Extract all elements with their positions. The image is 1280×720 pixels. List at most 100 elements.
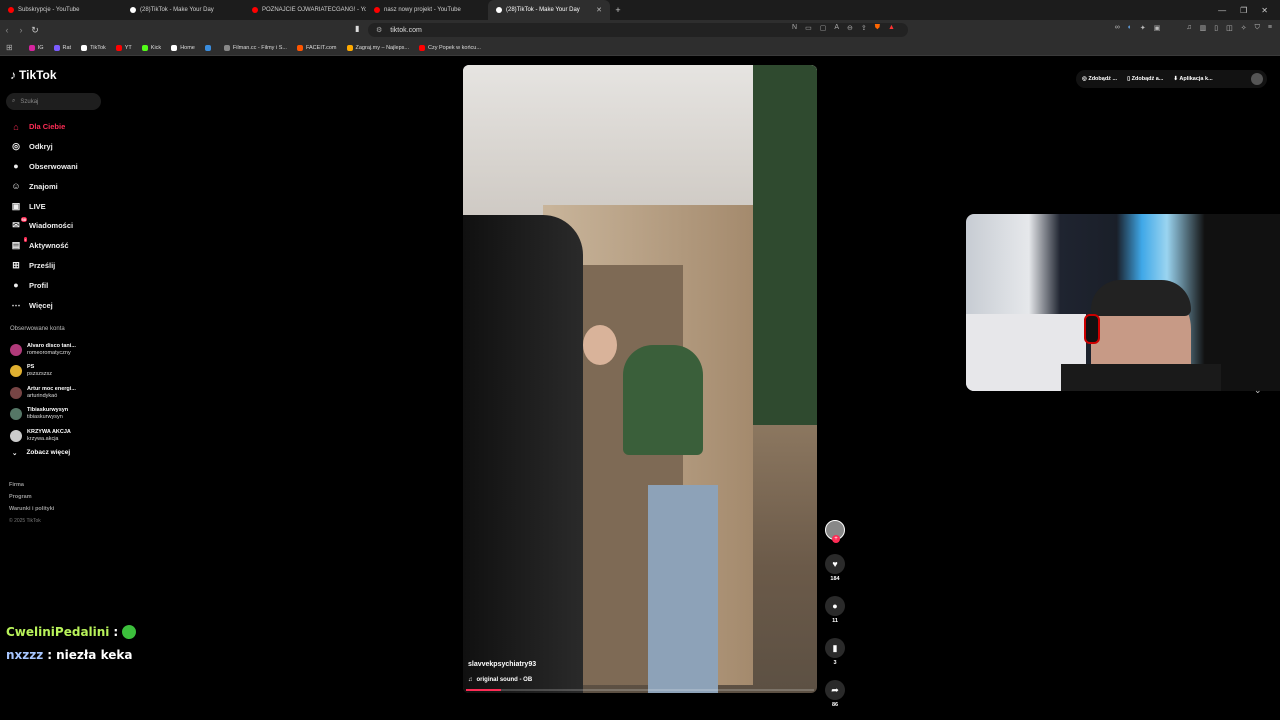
- bookmark-favicon-icon: [419, 44, 426, 51]
- bookmark-item[interactable]: Kick: [141, 44, 161, 51]
- sidebar-item[interactable]: ▣ LIVE: [10, 196, 78, 216]
- bookmark-item[interactable]: TikTok: [81, 44, 106, 51]
- ext-icon-1[interactable]: ◐: [1128, 24, 1132, 32]
- followed-account[interactable]: PS pszszszsz: [10, 361, 76, 383]
- bookmark-label: YT: [124, 44, 132, 51]
- sidebar-item[interactable]: ⋯ Więcej: [10, 295, 78, 315]
- like-button[interactable]: ♥: [825, 554, 845, 574]
- split-view-icon[interactable]: ▯: [1214, 24, 1218, 32]
- video-sound[interactable]: ♫ original sound - OB: [468, 677, 532, 683]
- tiktok-ext-icon[interactable]: N: [792, 24, 797, 32]
- bookmark-item[interactable]: Home: [171, 44, 195, 51]
- comment-icon: ●: [832, 601, 838, 611]
- account-handle: pszszszsz: [27, 371, 53, 378]
- video-progress-bar[interactable]: [466, 689, 814, 691]
- tab[interactable]: POZNAJCIE OJWARIATECGANG! - Yo: [244, 0, 366, 20]
- bookmark-item[interactable]: Filman.cc - Filmy i S...: [223, 44, 287, 51]
- desktop-app-button[interactable]: ⬇ Aplikacja k...: [1173, 76, 1212, 82]
- translate-icon[interactable]: A: [834, 24, 839, 32]
- tiktok-logo[interactable]: ♪ TikTok: [10, 68, 57, 82]
- followed-account[interactable]: Alvaro disco tani... romeoromatyczny: [10, 339, 76, 361]
- sidebar-item[interactable]: ● Obserwowani: [10, 157, 77, 177]
- footer-link-terms[interactable]: Warunki i polityki: [9, 503, 54, 515]
- bookmark-save-icon: ▮: [832, 642, 838, 653]
- close-window-icon[interactable]: ✕: [1261, 6, 1268, 15]
- following-icon: ●: [10, 160, 22, 172]
- new-tab-button[interactable]: +: [610, 5, 626, 15]
- wallet-icon[interactable]: ▣: [1154, 24, 1161, 32]
- chevron-down-icon[interactable]: ⌄: [1254, 385, 1262, 396]
- save-button[interactable]: ▮: [825, 638, 845, 658]
- followed-account[interactable]: Tibiaskurwysyn tibiaskurwysyn: [10, 404, 76, 426]
- sidebar-item[interactable]: ▤ • Aktywność: [10, 236, 78, 256]
- sidebar-item[interactable]: ✉ 58 Wiadomości: [10, 216, 78, 236]
- reload-icon[interactable]: ↻: [28, 25, 42, 36]
- bookmark-item[interactable]: [204, 44, 214, 51]
- bookmark-item[interactable]: Rat: [53, 44, 71, 51]
- vpn2-icon[interactable]: ⛉: [1255, 24, 1260, 32]
- cast-icon[interactable]: ▭: [805, 24, 812, 32]
- live-icon: ▣: [10, 200, 22, 212]
- video-player[interactable]: slavvekpsychiatry93 ♫ original sound - O…: [463, 65, 817, 693]
- vpn-icon[interactable]: ∞: [1115, 24, 1120, 32]
- sidebar-item[interactable]: ● Profil: [10, 275, 78, 295]
- bookmark-item[interactable]: YT: [115, 44, 132, 51]
- followed-account[interactable]: Artur moc energi... arturindykaó: [10, 382, 76, 404]
- forward-icon[interactable]: ›: [14, 25, 28, 35]
- profile-avatar[interactable]: [1251, 73, 1263, 85]
- creator-avatar[interactable]: +: [825, 520, 845, 543]
- followed-account[interactable]: KRZYWA AKCJA krzywa.akcja: [10, 425, 76, 447]
- puzzle-icon[interactable]: ✦: [1140, 24, 1146, 32]
- tab[interactable]: nasz nowy projekt - YouTube: [366, 0, 488, 20]
- screenshot-icon[interactable]: ▢: [820, 24, 827, 32]
- bookmark-item[interactable]: FACEIT.com: [296, 44, 337, 51]
- sidebar-item-label: Wiadomości: [29, 221, 74, 231]
- music-icon[interactable]: ♫: [1186, 24, 1191, 32]
- bookmark-item[interactable]: Czy Popek w końcu...: [419, 44, 481, 51]
- footer-link-company[interactable]: Firma: [9, 479, 54, 491]
- sidebar-item[interactable]: ◎ Odkryj: [10, 137, 78, 157]
- bookmark-icon[interactable]: ▮: [355, 24, 359, 33]
- share-button[interactable]: ➦: [825, 680, 845, 700]
- bookmark-item[interactable]: Zagraj.my – Najleps...: [346, 44, 409, 51]
- tab[interactable]: (28)TikTok - Make Your Day: [122, 0, 244, 20]
- wallet2-icon[interactable]: ◫: [1226, 24, 1233, 32]
- brave-shield-icon[interactable]: ⛊: [875, 24, 880, 32]
- site-info-icon[interactable]: ⚙: [376, 26, 382, 34]
- sidebar-item[interactable]: ☺ Znajomi: [10, 176, 78, 196]
- account-names: Artur moc energi... arturindykaó: [27, 386, 76, 400]
- brave-rewards-icon[interactable]: ▲: [888, 24, 895, 32]
- profile-icon: ●: [10, 279, 22, 291]
- comment-button[interactable]: ●: [825, 596, 845, 616]
- see-more-button[interactable]: ⌄ Zobacz więcej: [12, 449, 70, 457]
- menu-icon[interactable]: ≡: [1268, 24, 1272, 32]
- back-icon[interactable]: ‹: [0, 25, 14, 35]
- follow-plus-icon[interactable]: +: [832, 535, 840, 543]
- sidebar-item[interactable]: ⌂ Dla Ciebie: [10, 117, 78, 137]
- tab[interactable]: Subskrypcje - YouTube: [0, 0, 122, 20]
- video-scene-person: [623, 345, 703, 455]
- get-coins-button[interactable]: ◎ Zdobądź ...: [1082, 76, 1117, 82]
- tab[interactable]: (28)TikTok - Make Your Day ✕: [488, 0, 610, 20]
- zoom-icon[interactable]: ⊖: [847, 24, 853, 32]
- tab-strip: Subskrypcje - YouTube (28)TikTok - Make Y…: [0, 0, 610, 20]
- minimize-icon[interactable]: —: [1218, 6, 1226, 15]
- get-app-button[interactable]: ▯ Zdobądź a...: [1127, 76, 1163, 82]
- apps-grid-icon[interactable]: ⊞: [6, 43, 13, 52]
- share-icon[interactable]: ⇪: [861, 24, 867, 32]
- leo-icon[interactable]: ✧: [1241, 24, 1247, 32]
- footer-link-program[interactable]: Program: [9, 491, 54, 503]
- close-tab-icon[interactable]: ✕: [596, 6, 602, 14]
- sidebar-icon[interactable]: ▥: [1200, 24, 1207, 32]
- bookmark-item[interactable]: IG: [28, 44, 44, 51]
- bookmark-favicon-icon: [53, 44, 60, 51]
- restore-icon[interactable]: ❐: [1240, 6, 1247, 15]
- account-handle: tibiaskurwysyn: [27, 414, 63, 421]
- video-username[interactable]: slavvekpsychiatry93: [468, 661, 536, 668]
- avatar: [10, 365, 22, 378]
- search-input[interactable]: ⌕ Szukaj: [6, 93, 101, 110]
- music-note-icon: ♫: [468, 677, 473, 683]
- compass-icon: ◎: [10, 141, 22, 153]
- activity-icon: ▤ •: [10, 236, 27, 252]
- sidebar-item[interactable]: ⊞ Prześlij: [10, 256, 78, 276]
